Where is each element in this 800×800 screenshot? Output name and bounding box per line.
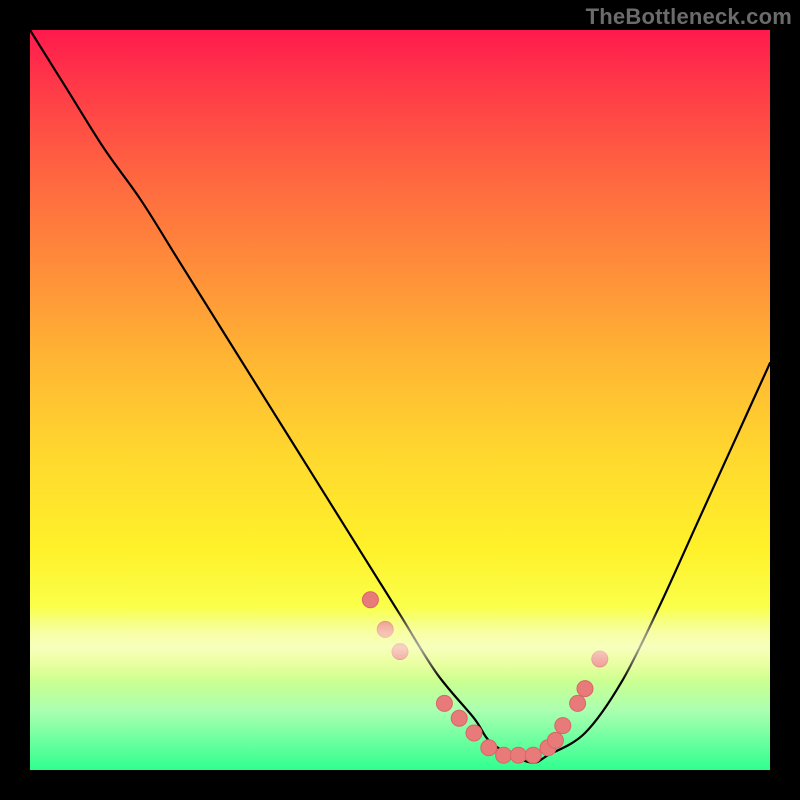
- scatter-point: [570, 695, 586, 711]
- scatter-point: [592, 651, 608, 667]
- chart-frame: TheBottleneck.com: [0, 0, 800, 800]
- scatter-point: [496, 747, 512, 763]
- scatter-point: [547, 732, 563, 748]
- curve-svg: [30, 30, 770, 770]
- plot-area: [30, 30, 770, 770]
- watermark-text: TheBottleneck.com: [586, 4, 792, 30]
- scatter-point: [451, 710, 467, 726]
- scatter-point: [555, 718, 571, 734]
- scatter-point: [362, 592, 378, 608]
- scatter-point: [510, 747, 526, 763]
- scatter-point: [377, 621, 393, 637]
- scatter-point: [481, 740, 497, 756]
- scatter-point: [525, 747, 541, 763]
- scatter-point: [392, 644, 408, 660]
- scatter-point: [466, 725, 482, 741]
- scatter-point: [436, 695, 452, 711]
- scatter-point: [577, 681, 593, 697]
